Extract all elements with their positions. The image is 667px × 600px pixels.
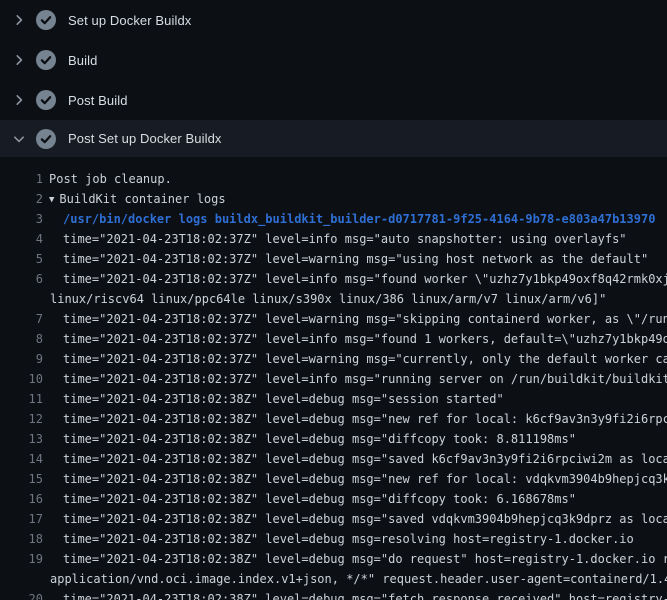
- log-line-text: time="2021-04-23T18:02:38Z" level=debug …: [43, 509, 667, 529]
- log-line-number[interactable]: 16: [0, 489, 43, 509]
- log-line-text: time="2021-04-23T18:02:37Z" level=warnin…: [43, 349, 667, 369]
- log-line: 19 time="2021-04-23T18:02:38Z" level=deb…: [0, 549, 667, 569]
- log-line: 13 time="2021-04-23T18:02:38Z" level=deb…: [0, 429, 667, 449]
- log-line-number[interactable]: 17: [0, 509, 43, 529]
- log-line-number[interactable]: 13: [0, 429, 43, 449]
- chevron-down-icon: [10, 131, 28, 147]
- log-line-number[interactable]: 18: [0, 529, 43, 549]
- log-line-text: time="2021-04-23T18:02:37Z" level=info m…: [43, 229, 627, 249]
- chevron-right-icon: [10, 52, 28, 68]
- log-line: 6 time="2021-04-23T18:02:37Z" level=info…: [0, 269, 667, 289]
- log-line: 5 time="2021-04-23T18:02:37Z" level=warn…: [0, 249, 667, 269]
- log-group-toggle[interactable]: 2 ▼ BuildKit container logs: [0, 189, 667, 209]
- log-group-title: ▼ BuildKit container logs: [43, 189, 226, 209]
- log-line-text: application/vnd.oci.image.index.v1+json,…: [43, 569, 667, 589]
- log-line-number[interactable]: 8: [0, 329, 43, 349]
- chevron-right-icon: [10, 12, 28, 28]
- log-line-text: time="2021-04-23T18:02:37Z" level=info m…: [43, 269, 667, 289]
- log-line-number[interactable]: 11: [0, 389, 43, 409]
- log-line-text: time="2021-04-23T18:02:38Z" level=debug …: [43, 589, 667, 600]
- check-circle-icon: [36, 10, 56, 30]
- log-line-number[interactable]: 1: [0, 169, 43, 189]
- check-circle-icon: [36, 90, 56, 110]
- step-row-post-set-up-docker-buildx[interactable]: Post Set up Docker Buildx: [0, 120, 667, 157]
- chevron-right-icon: [10, 92, 28, 108]
- log-line-number[interactable]: 12: [0, 409, 43, 429]
- log-line: 4 time="2021-04-23T18:02:37Z" level=info…: [0, 229, 667, 249]
- log-line-number[interactable]: 2: [0, 189, 43, 209]
- log-line: 14 time="2021-04-23T18:02:38Z" level=deb…: [0, 449, 667, 469]
- log-line: 7 time="2021-04-23T18:02:37Z" level=warn…: [0, 309, 667, 329]
- step-label: Build: [68, 53, 97, 68]
- log-line: 11 time="2021-04-23T18:02:38Z" level=deb…: [0, 389, 667, 409]
- log-line-text: time="2021-04-23T18:02:38Z" level=debug …: [43, 489, 576, 509]
- step-list: Set up Docker Buildx Build Post Build Po…: [0, 0, 667, 157]
- log-line-text: time="2021-04-23T18:02:38Z" level=debug …: [43, 449, 667, 469]
- log-line-number[interactable]: 4: [0, 229, 43, 249]
- log-command-line: 3 /usr/bin/docker logs buildx_buildkit_b…: [0, 209, 667, 229]
- log-line-number: [0, 289, 43, 309]
- log-line-number[interactable]: 6: [0, 269, 43, 289]
- log-line-number[interactable]: 20: [0, 589, 43, 600]
- log-line-text: BuildKit container logs: [59, 192, 225, 206]
- check-circle-icon: [36, 50, 56, 70]
- step-row-post-build[interactable]: Post Build: [0, 80, 667, 120]
- log-line-text: linux/riscv64 linux/ppc64le linux/s390x …: [43, 289, 606, 309]
- log-line-text: time="2021-04-23T18:02:37Z" level=warnin…: [43, 309, 667, 329]
- log-line: 15 time="2021-04-23T18:02:38Z" level=deb…: [0, 469, 667, 489]
- log-line: 17 time="2021-04-23T18:02:38Z" level=deb…: [0, 509, 667, 529]
- log-line-text: time="2021-04-23T18:02:38Z" level=debug …: [43, 389, 504, 409]
- log-line-text: time="2021-04-23T18:02:38Z" level=debug …: [43, 549, 667, 569]
- log-line-text: time="2021-04-23T18:02:38Z" level=debug …: [43, 469, 667, 489]
- log-line-number[interactable]: 3: [0, 209, 43, 229]
- log-line: 9 time="2021-04-23T18:02:37Z" level=warn…: [0, 349, 667, 369]
- caret-down-icon: ▼: [49, 190, 54, 210]
- step-row-build[interactable]: Build: [0, 40, 667, 80]
- log-line-text: Post job cleanup.: [43, 169, 172, 189]
- log-line-text: time="2021-04-23T18:02:37Z" level=info m…: [43, 329, 667, 349]
- log-line: 10 time="2021-04-23T18:02:37Z" level=inf…: [0, 369, 667, 389]
- log-line-number[interactable]: 10: [0, 369, 43, 389]
- log-line: 20 time="2021-04-23T18:02:38Z" level=deb…: [0, 589, 667, 600]
- check-circle-icon: [36, 129, 56, 149]
- log-line-wrap: application/vnd.oci.image.index.v1+json,…: [0, 569, 667, 589]
- log-line: 18 time="2021-04-23T18:02:38Z" level=deb…: [0, 529, 667, 549]
- log-line-number: [0, 569, 43, 589]
- log-line-text: time="2021-04-23T18:02:38Z" level=debug …: [43, 529, 634, 549]
- log-line-number[interactable]: 14: [0, 449, 43, 469]
- log-line: 1 Post job cleanup.: [0, 169, 667, 189]
- log-line-text: time="2021-04-23T18:02:38Z" level=debug …: [43, 409, 667, 429]
- log-line: 12 time="2021-04-23T18:02:38Z" level=deb…: [0, 409, 667, 429]
- log-line-number[interactable]: 15: [0, 469, 43, 489]
- log-line-text: time="2021-04-23T18:02:38Z" level=debug …: [43, 429, 576, 449]
- log-line: 8 time="2021-04-23T18:02:37Z" level=info…: [0, 329, 667, 349]
- step-row-set-up-docker-buildx[interactable]: Set up Docker Buildx: [0, 0, 667, 40]
- log-line-number[interactable]: 5: [0, 249, 43, 269]
- step-label: Set up Docker Buildx: [68, 13, 191, 28]
- log-line-number[interactable]: 9: [0, 349, 43, 369]
- step-label: Post Set up Docker Buildx: [68, 131, 222, 146]
- log-line-number[interactable]: 7: [0, 309, 43, 329]
- log-panel[interactable]: 1 Post job cleanup. 2 ▼ BuildKit containe…: [0, 157, 667, 600]
- step-label: Post Build: [68, 93, 128, 108]
- log-line-text: time="2021-04-23T18:02:37Z" level=warnin…: [43, 249, 648, 269]
- log-line-number[interactable]: 19: [0, 549, 43, 569]
- log-line-wrap: linux/riscv64 linux/ppc64le linux/s390x …: [0, 289, 667, 309]
- log-line-text: time="2021-04-23T18:02:37Z" level=info m…: [43, 369, 667, 389]
- log-line: 16 time="2021-04-23T18:02:38Z" level=deb…: [0, 489, 667, 509]
- log-line-text: /usr/bin/docker logs buildx_buildkit_bui…: [43, 209, 655, 229]
